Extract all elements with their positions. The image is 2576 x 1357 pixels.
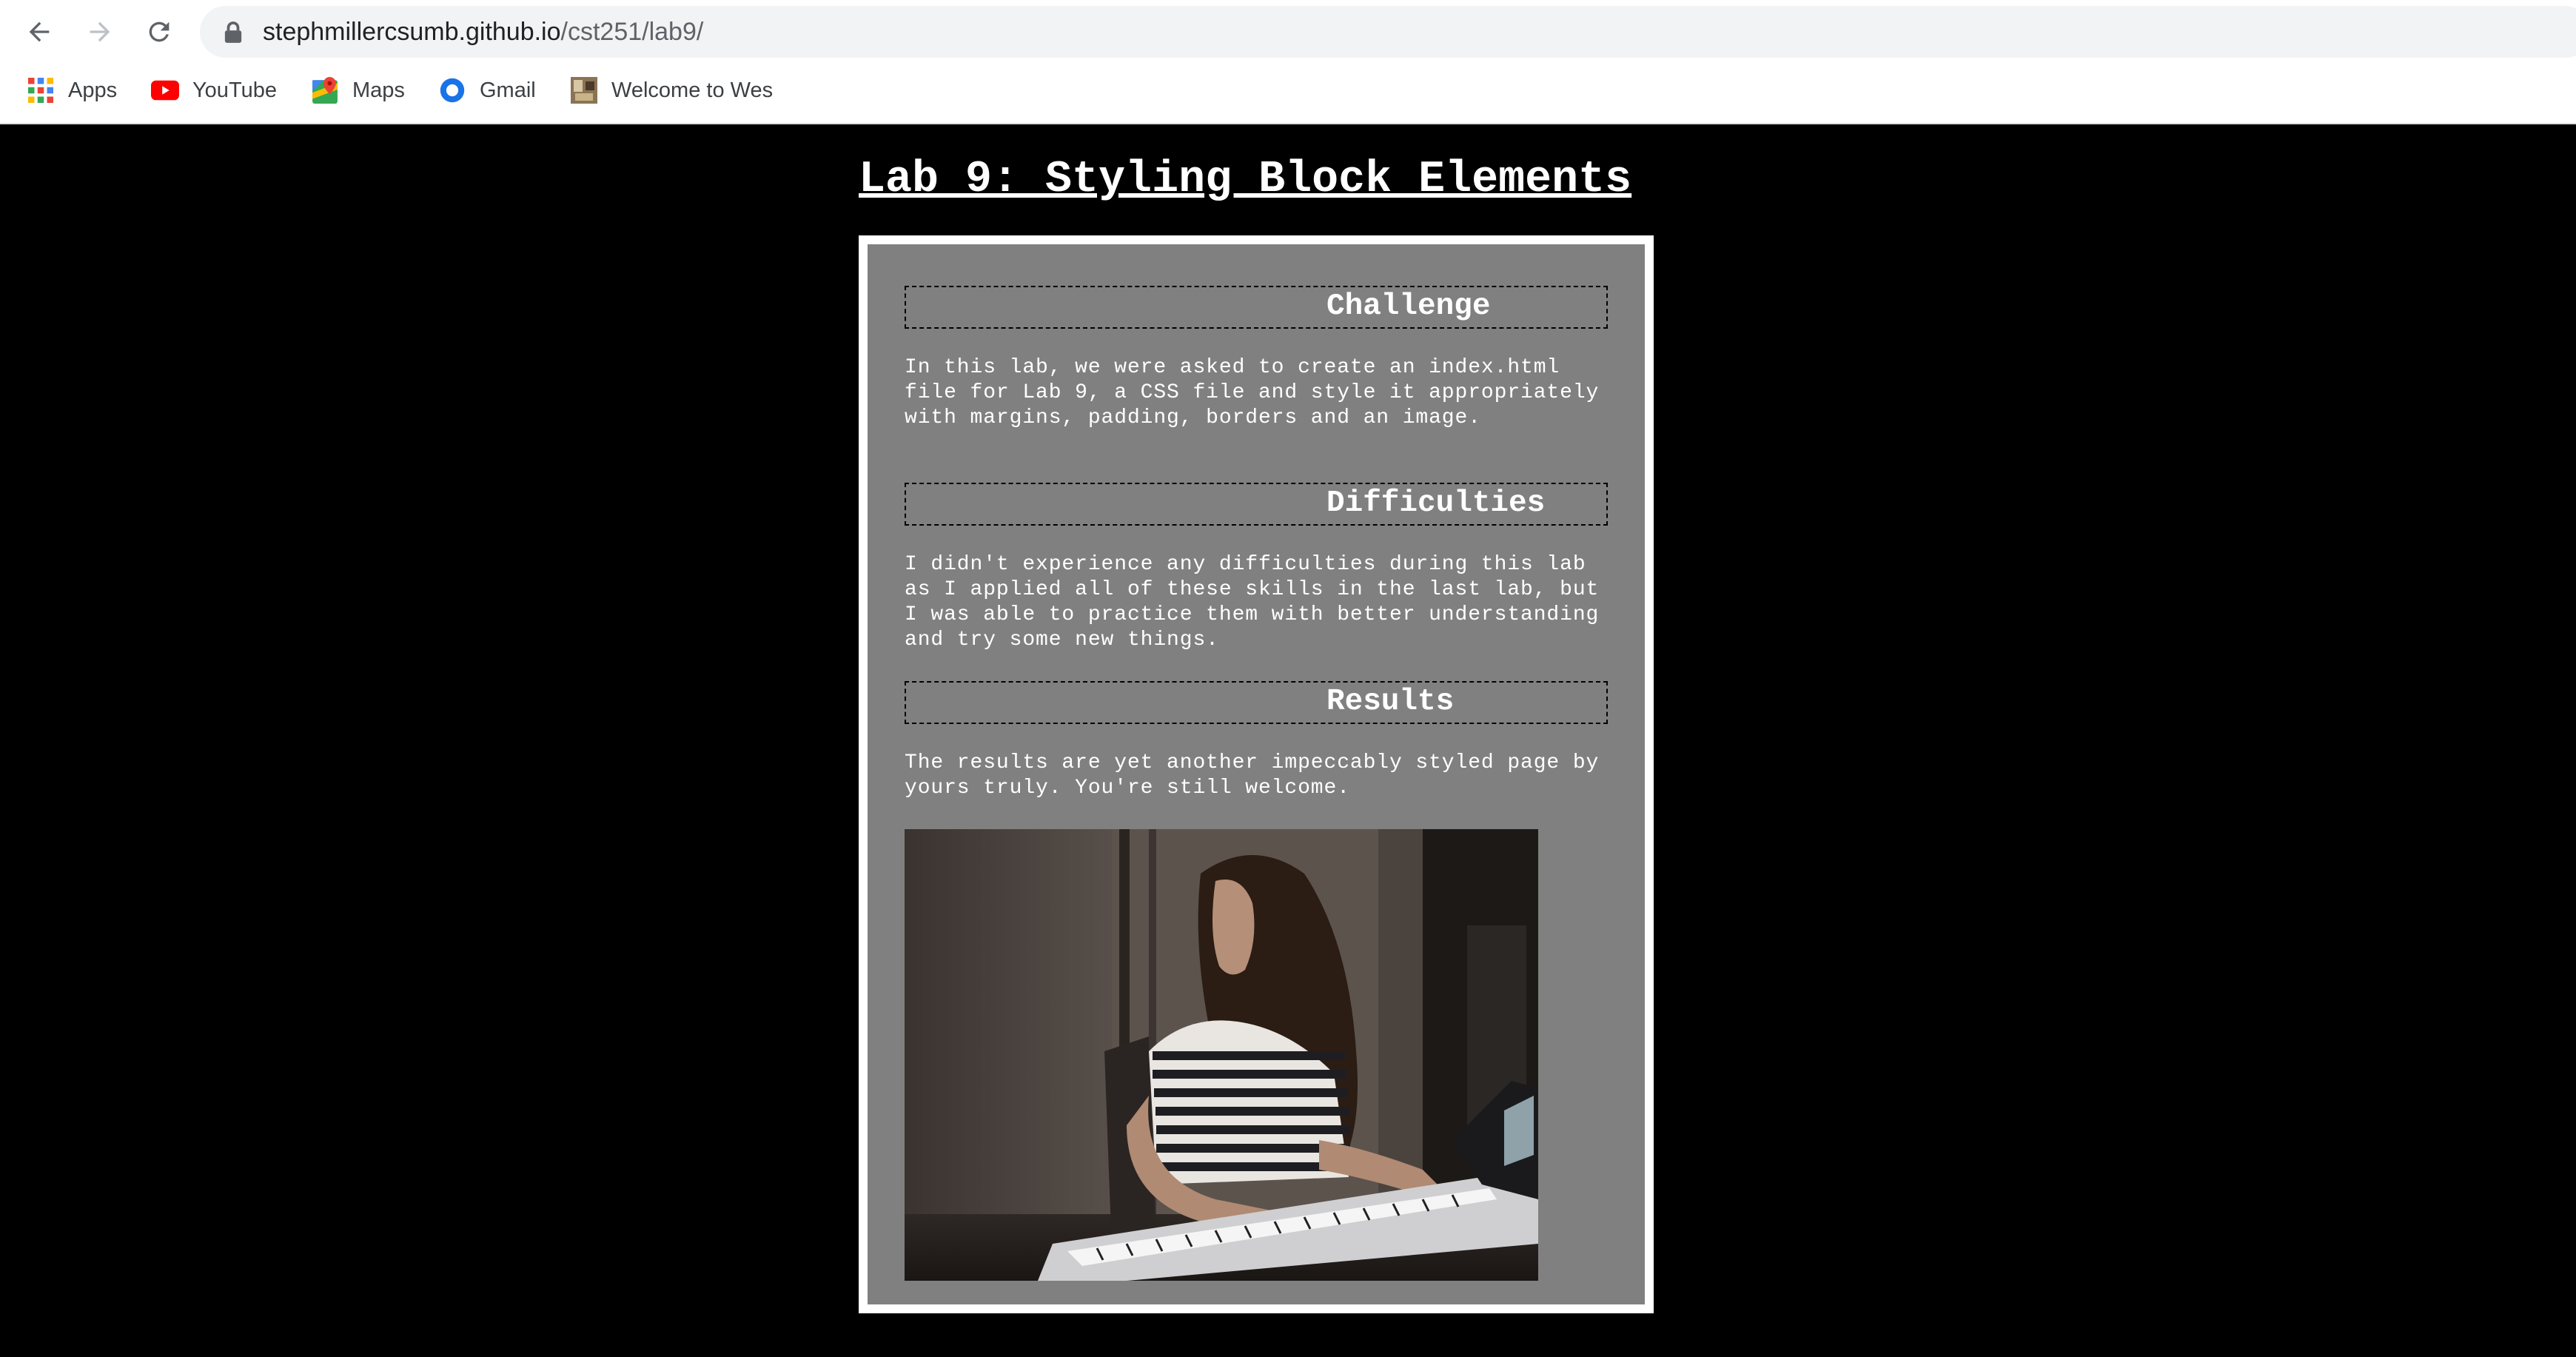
section-heading-results: Results	[905, 681, 1608, 724]
bookmark-label: Welcome to Wes	[611, 78, 774, 102]
url-host: stephmillercsumb.github.io	[263, 18, 561, 46]
bookmark-label: Gmail	[480, 78, 536, 102]
section-heading-difficulties: Difficulties	[905, 483, 1608, 526]
reload-button[interactable]	[139, 12, 179, 52]
bookmark-label: Maps	[352, 78, 405, 102]
page-title: Lab 9: Styling Block Elements	[859, 155, 1632, 205]
bookmark-maps[interactable]: Maps	[311, 70, 405, 111]
chrome-divider	[0, 123, 2576, 124]
gmail-icon	[438, 76, 466, 104]
section-text-results: The results are yet another impeccably s…	[905, 751, 1600, 800]
url-text: stephmillercsumb.github.io/cst251/lab9/	[263, 16, 703, 48]
forward-button[interactable]	[80, 12, 120, 52]
photo-woman-playing-keyboard	[905, 829, 1538, 1281]
browser-chrome: stephmillercsumb.github.io/cst251/lab9/ …	[0, 0, 2576, 124]
back-button[interactable]	[19, 12, 59, 52]
back-arrow-icon	[29, 21, 50, 42]
bookmarks-bar: Apps YouTube Maps Gmail Welcome to Wes	[0, 70, 2576, 111]
apps-grid-icon	[27, 76, 55, 104]
section-text-difficulties: I didn't experience any difficulties dur…	[905, 553, 1600, 651]
bookmark-gmail[interactable]: Gmail	[438, 70, 536, 111]
lock-icon	[224, 21, 242, 43]
bookmark-label: Apps	[68, 78, 118, 102]
youtube-icon	[151, 76, 179, 104]
address-bar[interactable]: stephmillercsumb.github.io/cst251/lab9/	[200, 6, 2576, 58]
bookmark-apps[interactable]: Apps	[27, 70, 117, 111]
bookmark-label: YouTube	[192, 78, 277, 102]
reload-icon	[149, 21, 170, 42]
section-text-challenge: In this lab, we were asked to create an …	[905, 356, 1600, 429]
content-card: Challenge In this lab, we were asked to …	[859, 235, 1654, 1313]
url-path: /cst251/lab9/	[560, 18, 704, 46]
section-heading-challenge: Challenge	[905, 286, 1608, 329]
forward-arrow-icon	[90, 21, 110, 42]
site-favicon-icon	[570, 76, 598, 104]
maps-icon	[311, 76, 339, 104]
bookmark-youtube[interactable]: YouTube	[151, 70, 277, 111]
bookmark-welcome[interactable]: Welcome to Wes	[570, 70, 773, 111]
